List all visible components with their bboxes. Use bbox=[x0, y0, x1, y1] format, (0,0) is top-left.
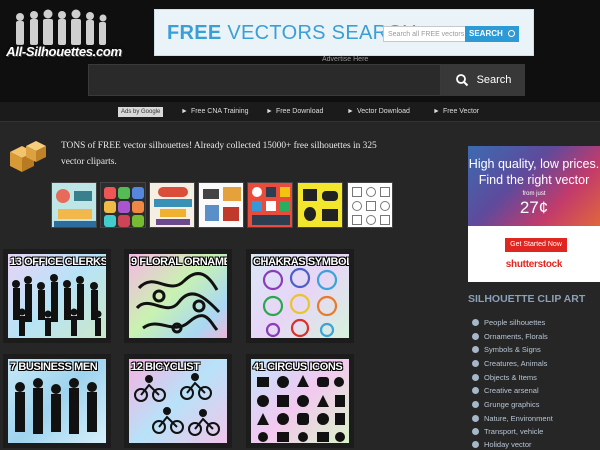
logo-text: All-Silhouettes.com bbox=[6, 44, 122, 59]
card-business-men[interactable]: 7 BUSINESS MEN bbox=[3, 354, 111, 448]
object-icon bbox=[472, 374, 479, 381]
card-title: 41 CIRCUS ICONS bbox=[253, 361, 343, 373]
card-title: CHAKRAS SYMBOLS bbox=[253, 256, 349, 268]
card-title: 7 BUSINESS MEN bbox=[10, 361, 98, 373]
card-office-clerks[interactable]: 13 OFFICE CLERKS bbox=[3, 249, 111, 343]
floral-ornaments-icon bbox=[135, 272, 221, 334]
sidebar: High quality, low prices. Find the right… bbox=[468, 146, 600, 450]
card-chakras-symbols[interactable]: CHAKRAS SYMBOLS bbox=[246, 249, 354, 343]
thumb-vector-2[interactable] bbox=[100, 182, 146, 228]
sidebar-item-people-silhouettes[interactable]: People silhouettes bbox=[472, 318, 545, 327]
sidebar-item-nature-environment[interactable]: Nature, Environment bbox=[472, 414, 553, 423]
bicyclist-silhouettes-icon bbox=[134, 373, 220, 436]
ad-link-free-cna-training[interactable]: ► Free CNA Training bbox=[181, 108, 249, 115]
thumb-vector-6[interactable] bbox=[297, 182, 343, 228]
person-icon bbox=[472, 319, 479, 326]
palette-icon bbox=[472, 387, 479, 394]
advertise-here-link[interactable]: Advertise Here bbox=[322, 56, 368, 63]
arrow-right-icon: ► bbox=[181, 108, 188, 115]
leaf-icon bbox=[472, 415, 479, 422]
sidebar-item-creative-arsenal[interactable]: Creative arsenal bbox=[472, 386, 539, 395]
shutterstock-logo: shutterstock bbox=[505, 259, 563, 270]
thumb-vector-3[interactable] bbox=[149, 182, 195, 228]
thumb-vector-4[interactable] bbox=[198, 182, 244, 228]
promo-from: from just bbox=[522, 191, 546, 197]
circus-icons-icon bbox=[257, 375, 345, 442]
search-button-label: Search bbox=[476, 74, 512, 86]
card-title: 9 FLORAL ORNAMENTS bbox=[131, 256, 227, 268]
sidebar-item-creatures-animals[interactable]: Creatures, Animals bbox=[472, 359, 547, 368]
ornament-icon bbox=[472, 333, 479, 340]
thumb-vector-1[interactable] bbox=[51, 182, 97, 228]
intro-text: TONS of FREE vector silhouettes! Already… bbox=[61, 141, 377, 167]
search-input[interactable] bbox=[88, 64, 441, 96]
ad-search-input[interactable]: Search all FREE vectors bbox=[383, 26, 473, 42]
sidebar-title: SILHOUETTE CLIP ART bbox=[468, 293, 586, 305]
promo-price: 27¢ bbox=[519, 198, 549, 217]
sidebar-item-ornaments-florals[interactable]: Ornaments, Florals bbox=[472, 332, 548, 341]
arrow-right-icon: ► bbox=[433, 108, 440, 115]
gift-icon bbox=[472, 441, 479, 448]
office-clerks-silhouettes-icon bbox=[12, 274, 102, 336]
boxes-icon bbox=[10, 141, 46, 172]
heart-icon bbox=[472, 346, 479, 353]
sidebar-item-holiday-vector[interactable]: Holiday vector bbox=[472, 440, 532, 449]
grunge-icon bbox=[472, 401, 479, 408]
business-men-silhouettes-icon bbox=[15, 378, 97, 434]
animal-icon bbox=[472, 360, 479, 367]
card-title: 12 BICYCLIST bbox=[131, 361, 200, 373]
ad-search-button[interactable]: SEARCH bbox=[465, 26, 519, 42]
thumb-vector-7[interactable] bbox=[347, 182, 393, 228]
search-icon bbox=[508, 30, 515, 37]
sidebar-item-grunge-graphics[interactable]: Grunge graphics bbox=[472, 400, 539, 409]
sidebar-item-transport-vehicle[interactable]: Transport, vehicle bbox=[472, 427, 543, 436]
ad-link-free-vector[interactable]: ► Free Vector bbox=[433, 108, 479, 115]
ad-banner[interactable]: FREE VECTORS SEARCH Search all FREE vect… bbox=[154, 9, 534, 56]
search-button[interactable]: Search bbox=[441, 64, 525, 96]
ad-banner-title: FREE VECTORS SEARCH bbox=[167, 22, 417, 44]
chakra-symbols-icon bbox=[262, 267, 338, 338]
adchoices-badge[interactable]: Ads by Google bbox=[118, 107, 164, 117]
card-floral-ornaments[interactable]: 9 FLORAL ORNAMENTS bbox=[124, 249, 232, 343]
arrow-right-icon: ► bbox=[347, 108, 354, 115]
car-icon bbox=[472, 428, 479, 435]
arrow-right-icon: ► bbox=[266, 108, 273, 115]
shutterstock-promo[interactable]: High quality, low prices. Find the right… bbox=[468, 146, 600, 282]
sidebar-item-objects-items[interactable]: Objects & Items bbox=[472, 373, 537, 382]
promo-headline: High quality, low prices. Find the right… bbox=[468, 157, 600, 187]
card-bicyclist[interactable]: 12 BICYCLIST bbox=[124, 354, 232, 448]
search-icon bbox=[455, 74, 468, 87]
site-logo[interactable]: All-Silhouettes.com bbox=[4, 8, 122, 62]
get-started-button[interactable]: Get Started Now bbox=[505, 238, 567, 252]
card-circus-icons[interactable]: 41 CIRCUS ICONS bbox=[246, 354, 354, 448]
sidebar-item-symbols-signs[interactable]: Symbols & Signs bbox=[472, 345, 541, 354]
card-title: 13 OFFICE CLERKS bbox=[10, 256, 106, 268]
thumb-vector-5[interactable] bbox=[247, 182, 293, 228]
ad-link-vector-download[interactable]: ► Vector Download bbox=[347, 108, 410, 115]
logo-silhouettes-icon bbox=[16, 9, 107, 45]
ad-link-free-download[interactable]: ► Free Download bbox=[266, 108, 323, 115]
